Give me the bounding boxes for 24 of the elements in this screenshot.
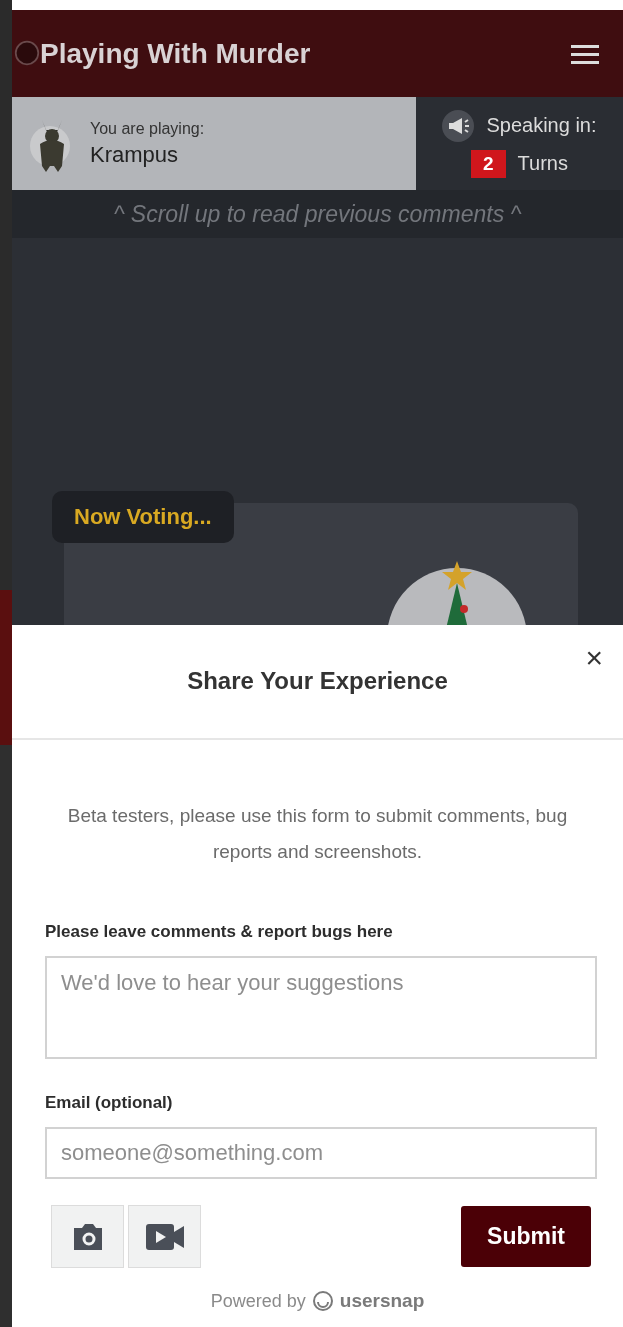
character-name: Krampus — [90, 141, 180, 168]
screenshot-button[interactable] — [51, 1205, 124, 1268]
turn-count: 2 — [471, 149, 506, 178]
app-title: Playing With Murder — [40, 37, 311, 70]
form-description: Beta testers, please use this form to submit comments, bug reports and screenshots. — [66, 804, 569, 864]
scroll-hint: ^ Scroll up to read previous comments ^ — [12, 190, 623, 238]
voting-badge: Now Voting... — [52, 491, 234, 543]
video-camera-icon — [143, 1221, 186, 1252]
powered-by-label: Powered by — [210, 1290, 306, 1312]
turns-label: Turns — [517, 152, 568, 175]
field-label: Please leave comments & report bugs here — [45, 922, 394, 942]
logo-icon — [14, 40, 40, 66]
megaphone-icon — [442, 109, 475, 142]
playing-label: You are playing: — [90, 119, 205, 138]
speaking-label: Speaking in: — [486, 114, 597, 137]
close-button[interactable]: × — [581, 643, 607, 673]
field-label: Email (optional) — [45, 1093, 174, 1113]
comments-field[interactable]: We'd love to hear your suggestions — [45, 956, 597, 1059]
brand-logo-icon — [311, 1290, 334, 1312]
record-button[interactable] — [128, 1205, 201, 1268]
dialog-title: Share Your Experience — [187, 666, 448, 695]
email-field[interactable]: someone@something.com — [45, 1127, 597, 1179]
submit-button[interactable]: Submit — [461, 1206, 591, 1267]
brand-name: usersnap — [339, 1290, 425, 1312]
